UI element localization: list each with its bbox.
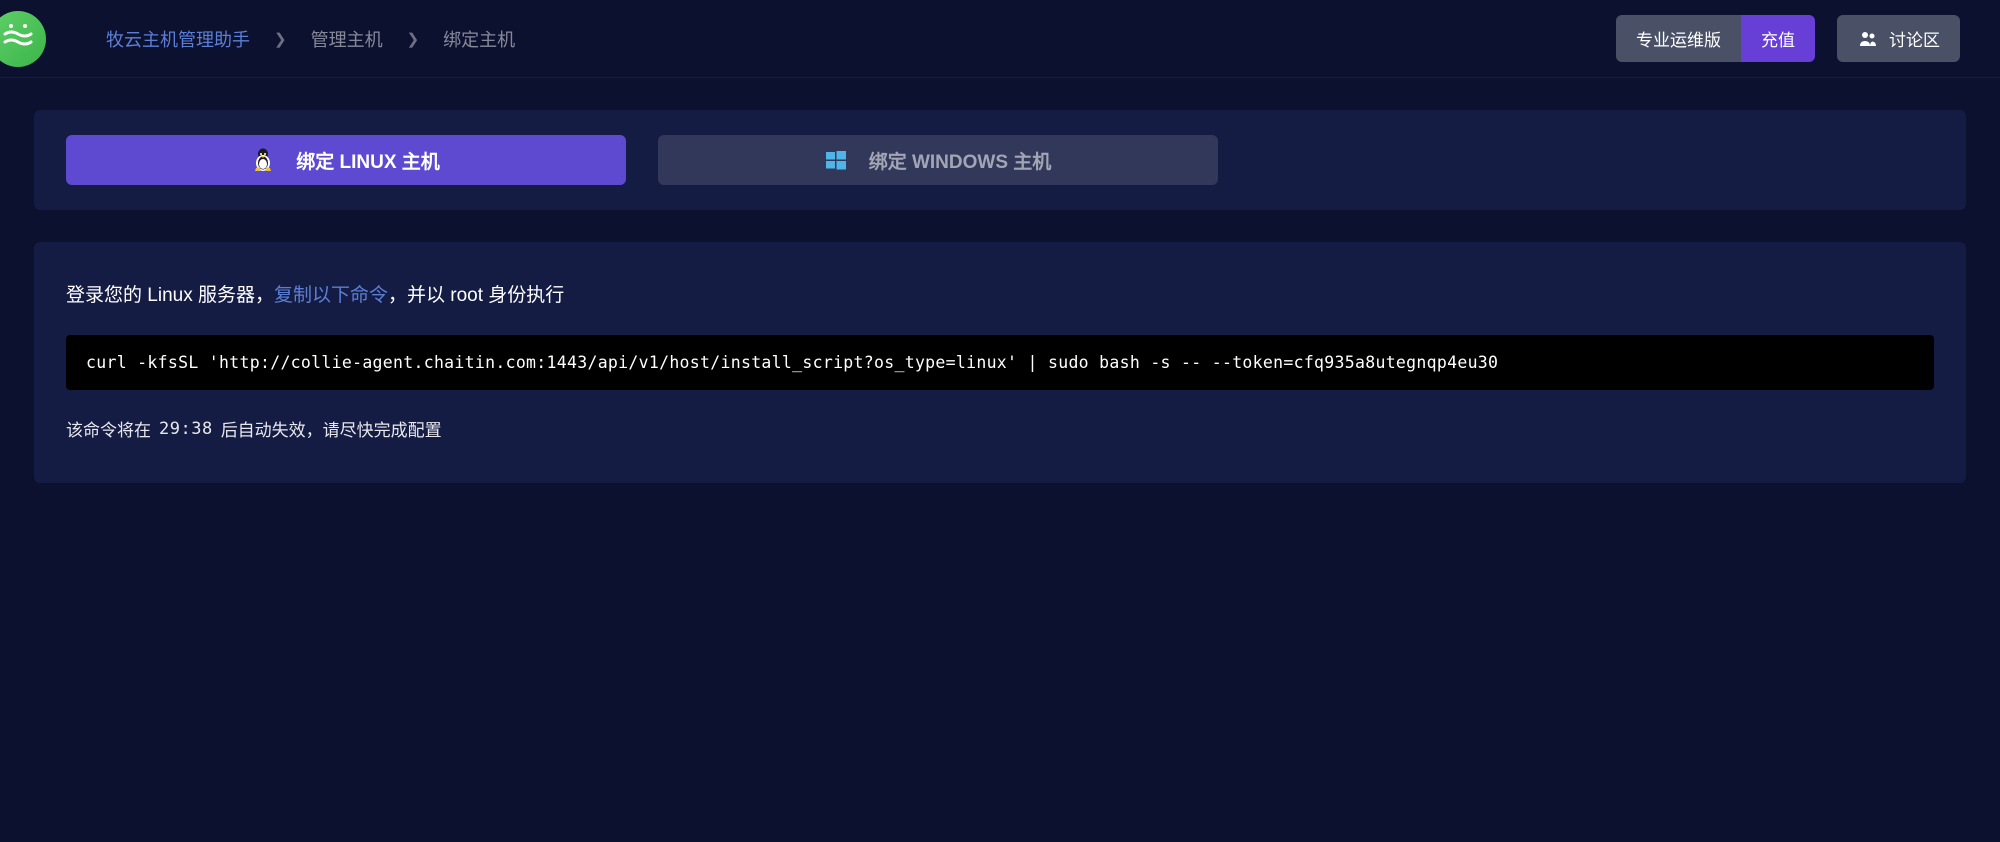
header: 牧云主机管理助手 ❯ 管理主机 ❯ 绑定主机 专业运维版 充值: [0, 0, 2000, 78]
chevron-right-icon: ❯: [274, 30, 287, 48]
linux-icon: [252, 149, 274, 171]
copy-command-link[interactable]: 复制以下命令: [274, 285, 388, 306]
breadcrumb-manage[interactable]: 管理主机: [311, 26, 383, 52]
people-icon: [1857, 28, 1879, 50]
recharge-button[interactable]: 充值: [1741, 15, 1815, 62]
chevron-right-icon: ❯: [407, 30, 420, 48]
recharge-label: 充值: [1761, 26, 1795, 51]
expiry-prefix: 该命令将在: [66, 416, 151, 441]
command-code-block[interactable]: curl -kfsSL 'http://collie-agent.chaitin…: [66, 335, 1934, 390]
expiry-suffix: 后自动失效，请尽快完成配置: [221, 416, 442, 441]
os-tabs-panel: 绑定 LINUX 主机 绑定 WINDOWS 主机: [34, 110, 1966, 210]
expiry-text: 该命令将在 29:38 后自动失效，请尽快完成配置: [66, 416, 1934, 441]
instruction-text: 登录您的 Linux 服务器，复制以下命令，并以 root 身份执行: [66, 280, 1934, 307]
windows-icon: [825, 149, 847, 171]
header-right: 专业运维版 充值 讨论区: [1616, 15, 1960, 62]
breadcrumb-home[interactable]: 牧云主机管理助手: [106, 26, 250, 52]
edition-recharge-group: 专业运维版 充值: [1616, 15, 1815, 62]
forum-button[interactable]: 讨论区: [1837, 15, 1960, 62]
tab-windows-label: 绑定 WINDOWS 主机: [869, 147, 1052, 174]
command-panel: 登录您的 Linux 服务器，复制以下命令，并以 root 身份执行 curl …: [34, 242, 1966, 483]
expiry-countdown: 29:38: [159, 419, 213, 439]
main-content: 绑定 LINUX 主机 绑定 WINDOWS 主机 登录您的 Linux 服务器…: [0, 78, 2000, 515]
instruction-prefix: 登录您的 Linux 服务器，: [66, 285, 274, 306]
tab-windows[interactable]: 绑定 WINDOWS 主机: [658, 135, 1218, 185]
breadcrumb-current: 绑定主机: [443, 26, 515, 52]
header-left: 牧云主机管理助手 ❯ 管理主机 ❯ 绑定主机: [0, 11, 515, 67]
tab-linux[interactable]: 绑定 LINUX 主机: [66, 135, 626, 185]
instruction-suffix: ，并以 root 身份执行: [388, 285, 564, 306]
pro-edition-label: 专业运维版: [1636, 26, 1721, 51]
logo-icon: [0, 16, 37, 62]
breadcrumb: 牧云主机管理助手 ❯ 管理主机 ❯ 绑定主机: [106, 26, 515, 52]
forum-label: 讨论区: [1889, 26, 1940, 51]
app-logo[interactable]: [0, 11, 46, 67]
pro-edition-button[interactable]: 专业运维版: [1616, 15, 1741, 62]
tab-linux-label: 绑定 LINUX 主机: [296, 147, 440, 174]
